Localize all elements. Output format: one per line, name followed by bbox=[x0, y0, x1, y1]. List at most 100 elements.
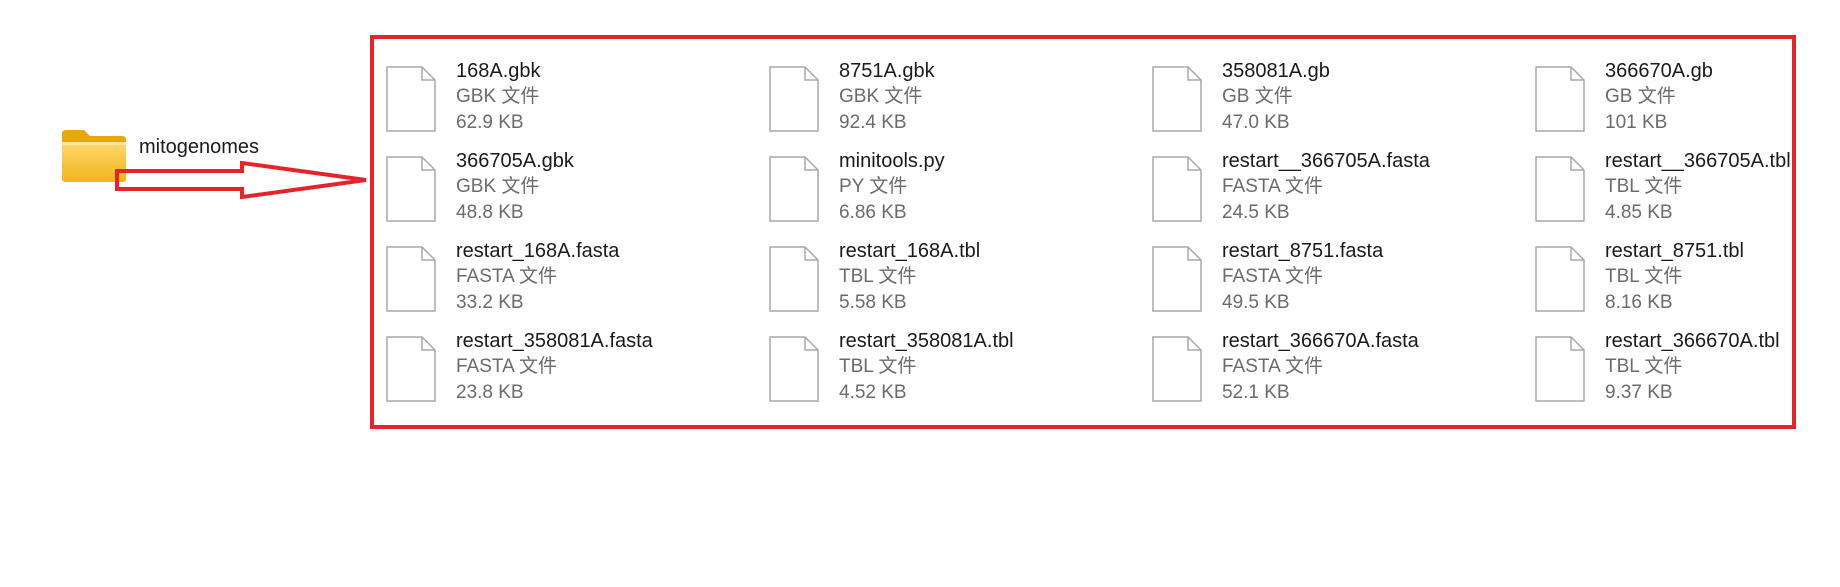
file-size: 8.16 KB bbox=[1605, 292, 1673, 313]
file-meta: restart_8751.fasta FASTA 文件 49.5 KB bbox=[1222, 238, 1383, 316]
folder-item[interactable] bbox=[60, 128, 128, 184]
file-type: GBK 文件 bbox=[456, 176, 540, 197]
file-grid: 168A.gbk GBK 文件 62.9 KB 8751A.gbk GBK 文件… bbox=[386, 58, 1805, 418]
file-name: 168A.gbk bbox=[456, 60, 541, 82]
file-meta: 366670A.gb GB 文件 101 KB bbox=[1605, 58, 1713, 136]
document-icon bbox=[769, 336, 819, 402]
file-item[interactable]: restart_358081A.tbl TBL 文件 4.52 KB bbox=[769, 328, 1152, 418]
file-type: GB 文件 bbox=[1605, 86, 1676, 107]
file-size: 4.85 KB bbox=[1605, 202, 1673, 223]
file-meta: restart_358081A.fasta FASTA 文件 23.8 KB bbox=[456, 328, 653, 406]
file-size: 92.4 KB bbox=[839, 112, 907, 133]
file-name: restart_358081A.tbl bbox=[839, 330, 1014, 352]
document-icon bbox=[1535, 246, 1585, 312]
document-icon bbox=[769, 246, 819, 312]
file-meta: minitools.py PY 文件 6.86 KB bbox=[839, 148, 945, 226]
file-type: TBL 文件 bbox=[1605, 266, 1683, 287]
file-meta: restart_168A.fasta FASTA 文件 33.2 KB bbox=[456, 238, 619, 316]
document-icon bbox=[386, 66, 436, 132]
file-type: TBL 文件 bbox=[1605, 356, 1683, 377]
file-name: restart__366705A.tbl bbox=[1605, 150, 1791, 172]
file-item[interactable]: restart_366670A.tbl TBL 文件 9.37 KB bbox=[1535, 328, 1805, 418]
file-size: 5.58 KB bbox=[839, 292, 907, 313]
document-icon bbox=[386, 156, 436, 222]
file-item[interactable]: restart_8751.fasta FASTA 文件 49.5 KB bbox=[1152, 238, 1535, 328]
file-size: 48.8 KB bbox=[456, 202, 524, 223]
file-meta: restart_366670A.tbl TBL 文件 9.37 KB bbox=[1605, 328, 1780, 406]
file-type: TBL 文件 bbox=[839, 266, 917, 287]
file-item[interactable]: restart__366705A.tbl TBL 文件 4.85 KB bbox=[1535, 148, 1805, 238]
document-icon bbox=[769, 66, 819, 132]
file-item[interactable]: restart_366670A.fasta FASTA 文件 52.1 KB bbox=[1152, 328, 1535, 418]
document-icon bbox=[1152, 336, 1202, 402]
document-icon bbox=[1535, 66, 1585, 132]
file-meta: restart_358081A.tbl TBL 文件 4.52 KB bbox=[839, 328, 1014, 406]
file-item[interactable]: restart_8751.tbl TBL 文件 8.16 KB bbox=[1535, 238, 1805, 328]
file-name: minitools.py bbox=[839, 150, 945, 172]
file-size: 49.5 KB bbox=[1222, 292, 1290, 313]
file-name: restart_168A.tbl bbox=[839, 240, 981, 262]
file-name: 366670A.gb bbox=[1605, 60, 1713, 82]
file-meta: 8751A.gbk GBK 文件 92.4 KB bbox=[839, 58, 935, 136]
file-type: GBK 文件 bbox=[456, 86, 540, 107]
file-name: restart_366670A.tbl bbox=[1605, 330, 1780, 352]
file-name: restart_8751.tbl bbox=[1605, 240, 1744, 262]
file-item[interactable]: restart__366705A.fasta FASTA 文件 24.5 KB bbox=[1152, 148, 1535, 238]
file-size: 6.86 KB bbox=[839, 202, 907, 223]
file-item[interactable]: 168A.gbk GBK 文件 62.9 KB bbox=[386, 58, 769, 148]
document-icon bbox=[1152, 66, 1202, 132]
document-icon bbox=[386, 246, 436, 312]
file-size: 52.1 KB bbox=[1222, 382, 1290, 403]
file-name: 8751A.gbk bbox=[839, 60, 935, 82]
file-name: 366705A.gbk bbox=[456, 150, 574, 172]
file-size: 9.37 KB bbox=[1605, 382, 1673, 403]
file-size: 24.5 KB bbox=[1222, 202, 1290, 223]
file-meta: restart__366705A.fasta FASTA 文件 24.5 KB bbox=[1222, 148, 1430, 226]
file-size: 101 KB bbox=[1605, 112, 1668, 133]
file-item[interactable]: 366705A.gbk GBK 文件 48.8 KB bbox=[386, 148, 769, 238]
file-meta: 168A.gbk GBK 文件 62.9 KB bbox=[456, 58, 541, 136]
file-size: 62.9 KB bbox=[456, 112, 524, 133]
file-type: PY 文件 bbox=[839, 176, 908, 197]
document-icon bbox=[1152, 156, 1202, 222]
file-item[interactable]: 366670A.gb GB 文件 101 KB bbox=[1535, 58, 1805, 148]
file-name: 358081A.gb bbox=[1222, 60, 1330, 82]
folder-label[interactable]: mitogenomes bbox=[139, 136, 259, 159]
file-meta: restart_366670A.fasta FASTA 文件 52.1 KB bbox=[1222, 328, 1419, 406]
file-name: restart_366670A.fasta bbox=[1222, 330, 1419, 352]
file-meta: restart_8751.tbl TBL 文件 8.16 KB bbox=[1605, 238, 1744, 316]
file-meta: 358081A.gb GB 文件 47.0 KB bbox=[1222, 58, 1330, 136]
file-type: FASTA 文件 bbox=[1222, 176, 1324, 197]
file-type: TBL 文件 bbox=[839, 356, 917, 377]
file-size: 47.0 KB bbox=[1222, 112, 1290, 133]
file-meta: restart_168A.tbl TBL 文件 5.58 KB bbox=[839, 238, 980, 316]
file-type: FASTA 文件 bbox=[1222, 266, 1324, 287]
document-icon bbox=[769, 156, 819, 222]
document-icon bbox=[1535, 336, 1585, 402]
file-item[interactable]: restart_358081A.fasta FASTA 文件 23.8 KB bbox=[386, 328, 769, 418]
file-name: restart_168A.fasta bbox=[456, 240, 620, 262]
file-name: restart_358081A.fasta bbox=[456, 330, 653, 352]
file-meta: restart__366705A.tbl TBL 文件 4.85 KB bbox=[1605, 148, 1791, 226]
document-icon bbox=[386, 336, 436, 402]
file-type: GB 文件 bbox=[1222, 86, 1293, 107]
folder-icon bbox=[62, 130, 126, 182]
file-type: TBL 文件 bbox=[1605, 176, 1683, 197]
file-item[interactable]: 8751A.gbk GBK 文件 92.4 KB bbox=[769, 58, 1152, 148]
file-item[interactable]: restart_168A.tbl TBL 文件 5.58 KB bbox=[769, 238, 1152, 328]
document-icon bbox=[1535, 156, 1585, 222]
file-name: restart_8751.fasta bbox=[1222, 240, 1384, 262]
file-type: GBK 文件 bbox=[839, 86, 923, 107]
file-item[interactable]: restart_168A.fasta FASTA 文件 33.2 KB bbox=[386, 238, 769, 328]
file-type: FASTA 文件 bbox=[456, 356, 558, 377]
file-name: restart__366705A.fasta bbox=[1222, 150, 1430, 172]
file-size: 33.2 KB bbox=[456, 292, 524, 313]
file-type: FASTA 文件 bbox=[456, 266, 558, 287]
file-meta: 366705A.gbk GBK 文件 48.8 KB bbox=[456, 148, 574, 226]
file-size: 23.8 KB bbox=[456, 382, 524, 403]
file-item[interactable]: minitools.py PY 文件 6.86 KB bbox=[769, 148, 1152, 238]
document-icon bbox=[1152, 246, 1202, 312]
file-item[interactable]: 358081A.gb GB 文件 47.0 KB bbox=[1152, 58, 1535, 148]
file-type: FASTA 文件 bbox=[1222, 356, 1324, 377]
file-size: 4.52 KB bbox=[839, 382, 907, 403]
